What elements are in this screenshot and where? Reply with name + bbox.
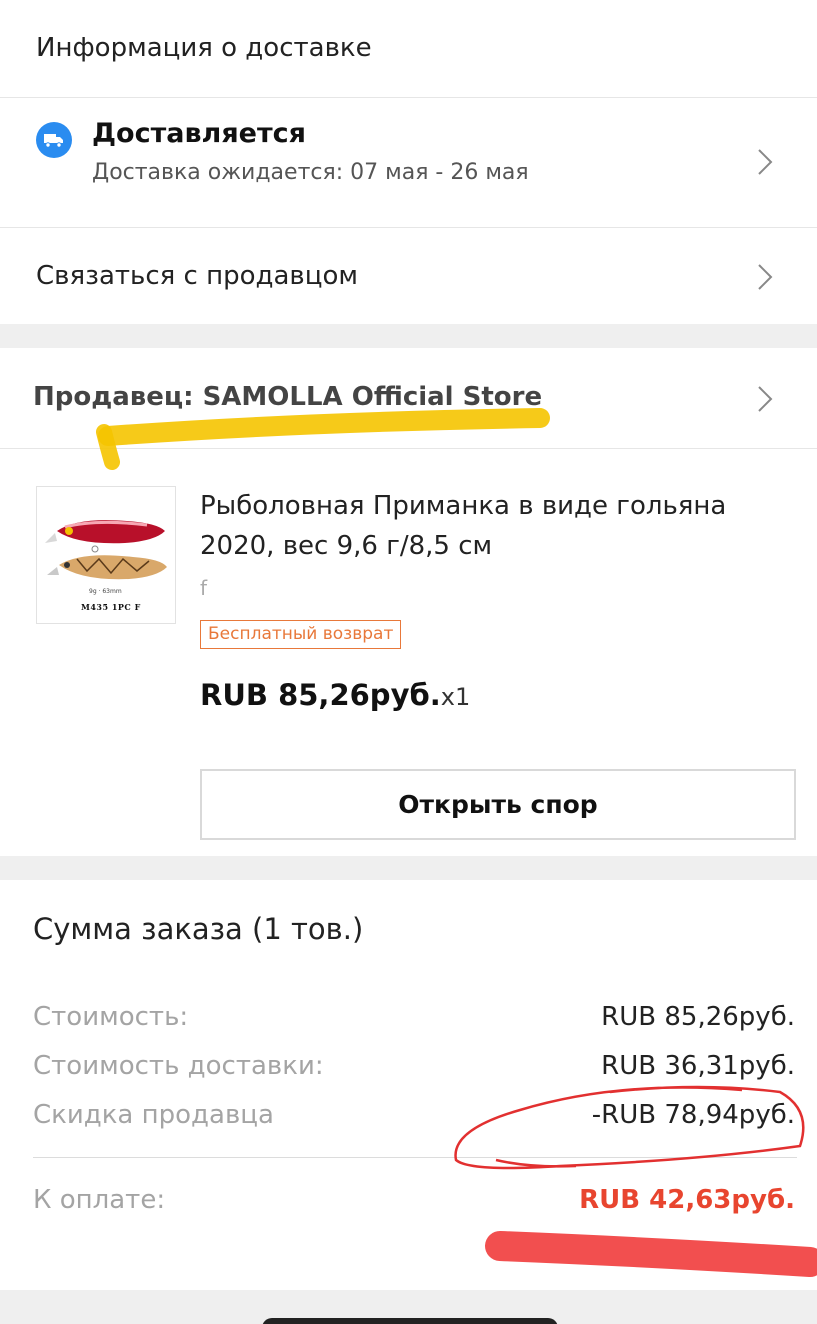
seller-discount-label: Скидка продавца xyxy=(33,1100,274,1130)
subtotal-value: RUB 85,26руб. xyxy=(601,1002,795,1032)
shipping-label: Стоимость доставки: xyxy=(33,1051,324,1081)
chevron-right-icon xyxy=(758,264,773,290)
chevron-right-icon xyxy=(758,149,773,175)
summary-divider xyxy=(33,1157,797,1158)
seller-product-card: Продавец: SAMOLLA Official Store 9g · 63… xyxy=(0,348,817,856)
contact-seller-label: Связаться с продавцом xyxy=(36,261,358,291)
shipping-value: RUB 36,31руб. xyxy=(601,1051,795,1081)
image-caption-size: 9g · 63mm xyxy=(89,588,122,595)
total-label: К оплате: xyxy=(33,1185,166,1215)
order-summary-card: Сумма заказа (1 тов.) Стоимость: RUB 85,… xyxy=(0,880,817,1290)
image-caption-model: M435 1PC F xyxy=(81,602,141,612)
product-quantity: x1 xyxy=(440,683,471,711)
total-value: RUB 42,63руб. xyxy=(579,1185,795,1215)
delivery-status: Доставляется xyxy=(92,118,306,149)
free-return-badge: Бесплатный возврат xyxy=(200,620,402,649)
seller-row[interactable]: Продавец: SAMOLLA Official Store xyxy=(0,348,817,448)
open-dispute-button[interactable]: Открыть спор xyxy=(200,769,796,840)
order-details-screen: Информация о доставке Доставляется Доста… xyxy=(0,0,817,1324)
delivery-truck-icon xyxy=(36,122,72,158)
fishing-lure-image xyxy=(45,520,167,580)
delivery-card: Информация о доставке Доставляется Доста… xyxy=(0,0,817,324)
chevron-right-icon xyxy=(758,386,773,412)
delivery-status-row[interactable]: Доставляется Доставка ожидается: 07 мая … xyxy=(0,98,817,226)
seller-discount-value: -RUB 78,94руб. xyxy=(591,1100,795,1130)
contact-seller-row[interactable]: Связаться с продавцом xyxy=(0,228,817,324)
divider xyxy=(0,448,817,449)
summary-title: Сумма заказа (1 тов.) xyxy=(33,912,364,946)
product-title[interactable]: Рыболовная Приманка в виде гольяна 2020,… xyxy=(200,486,790,566)
product-price: RUB 85,26руб. xyxy=(200,678,441,712)
product-image[interactable]: 9g · 63mm M435 1PC F xyxy=(36,486,176,624)
product-price-line: RUB 85,26руб.x1 xyxy=(200,678,470,712)
seller-name: Продавец: SAMOLLA Official Store xyxy=(33,382,543,412)
subtotal-label: Стоимость: xyxy=(33,1002,189,1032)
delivery-section-title: Информация о доставке xyxy=(36,33,372,63)
product-variant: f xyxy=(200,576,208,600)
home-indicator xyxy=(262,1318,558,1324)
delivery-expected-date: Доставка ожидается: 07 мая - 26 мая xyxy=(92,160,529,185)
